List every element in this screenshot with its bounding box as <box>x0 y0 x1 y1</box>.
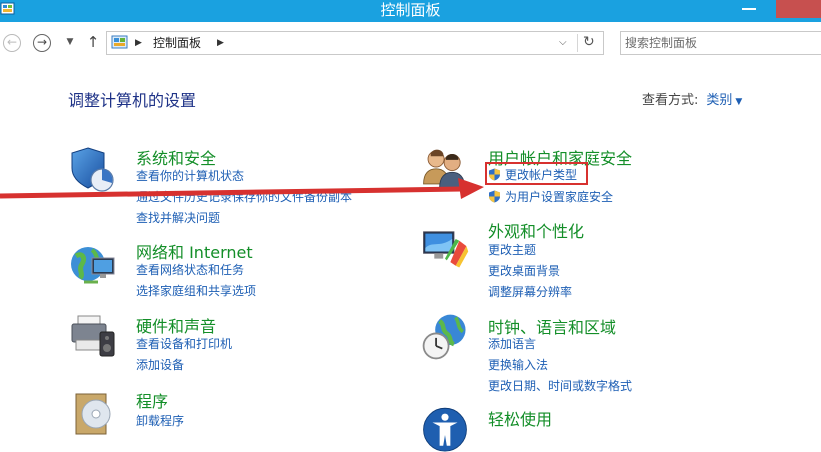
view-by-control[interactable]: 查看方式: 类别 ▼ <box>642 89 742 108</box>
appearance-icon[interactable] <box>420 222 470 272</box>
arrow-up-icon: ↑ <box>86 33 100 51</box>
window-title: 控制面板 <box>380 1 441 19</box>
link-date-time-number-format[interactable]: 更改日期、时间或数字格式 <box>488 377 632 394</box>
category-system-security[interactable]: 系统和安全 <box>136 145 216 169</box>
address-divider <box>577 34 578 52</box>
user-accounts-icon[interactable] <box>420 142 470 192</box>
recent-locations-button[interactable]: ▼ <box>64 35 76 49</box>
breadcrumb-separator-icon[interactable]: ▶ <box>135 36 142 50</box>
dropdown-arrow-icon[interactable]: ▼ <box>735 97 742 107</box>
link-add-language[interactable]: 添加语言 <box>488 335 536 352</box>
link-change-desktop-background[interactable]: 更改桌面背景 <box>488 262 560 279</box>
link-change-input-method[interactable]: 更换输入法 <box>488 356 548 373</box>
link-network-status[interactable]: 查看网络状态和任务 <box>136 261 244 278</box>
link-homegroup-sharing[interactable]: 选择家庭组和共享选项 <box>136 282 256 299</box>
address-history-chevron-icon[interactable]: ⌵ <box>559 35 567 51</box>
link-add-device[interactable]: 添加设备 <box>136 356 184 373</box>
link-screen-resolution[interactable]: 调整屏幕分辨率 <box>488 283 572 300</box>
category-hardware-sound[interactable]: 硬件和声音 <box>136 313 216 337</box>
link-troubleshoot[interactable]: 查找并解决问题 <box>136 209 220 226</box>
uac-shield-icon <box>489 190 500 203</box>
link-family-safety-label[interactable]: 为用户设置家庭安全 <box>505 190 613 204</box>
up-button[interactable]: ↑ <box>85 33 101 51</box>
annotation-highlight-box <box>485 162 588 185</box>
refresh-icon[interactable]: ↻ <box>583 33 595 51</box>
search-box[interactable] <box>620 31 821 55</box>
category-ease-of-access[interactable]: 轻松使用 <box>488 406 552 430</box>
annotation-arrow <box>0 178 484 199</box>
link-file-history-backup[interactable]: 通过文件历史记录保存你的文件备份副本 <box>136 188 352 205</box>
arrow-right-icon: → <box>36 35 48 49</box>
breadcrumb-separator-icon[interactable]: ▶ <box>217 36 224 50</box>
link-change-theme[interactable]: 更改主题 <box>488 241 536 258</box>
system-security-icon[interactable] <box>68 144 118 194</box>
navigation-bar: ← → ▼ ↑ ▶ 控制面板 ▶ ⌵ ↻ <box>0 22 821 64</box>
link-devices-printers[interactable]: 查看设备和打印机 <box>136 335 232 352</box>
ease-of-access-icon[interactable] <box>420 402 470 452</box>
page-title: 调整计算机的设置 <box>68 91 197 110</box>
minimize-button[interactable] <box>730 0 770 18</box>
link-family-safety[interactable]: 为用户设置家庭安全 <box>488 188 613 205</box>
breadcrumb-control-panel[interactable]: 控制面板 <box>153 35 201 51</box>
category-network-internet[interactable]: 网络和 Internet <box>136 239 253 263</box>
clock-language-region-icon[interactable] <box>420 312 470 362</box>
hardware-sound-icon[interactable] <box>68 310 118 360</box>
view-by-label: 查看方式: <box>642 93 699 108</box>
window-titlebar: 控制面板 <box>0 0 821 22</box>
close-button[interactable] <box>776 0 821 18</box>
programs-icon[interactable] <box>68 388 118 438</box>
control-panel-icon <box>111 35 128 49</box>
network-internet-icon[interactable] <box>68 240 118 290</box>
link-uninstall-program[interactable]: 卸载程序 <box>136 412 184 429</box>
back-button[interactable]: ← <box>3 34 21 52</box>
forward-button[interactable]: → <box>33 34 51 52</box>
link-view-computer-status[interactable]: 查看你的计算机状态 <box>136 167 244 184</box>
chevron-down-icon: ▼ <box>66 37 74 47</box>
category-programs[interactable]: 程序 <box>136 388 168 412</box>
address-bar[interactable]: ▶ 控制面板 ▶ ⌵ ↻ <box>106 31 604 55</box>
search-input[interactable] <box>625 33 815 53</box>
arrow-left-icon: ← <box>6 35 18 49</box>
category-appearance[interactable]: 外观和个性化 <box>488 218 584 242</box>
view-by-dropdown[interactable]: 类别 <box>706 93 732 108</box>
